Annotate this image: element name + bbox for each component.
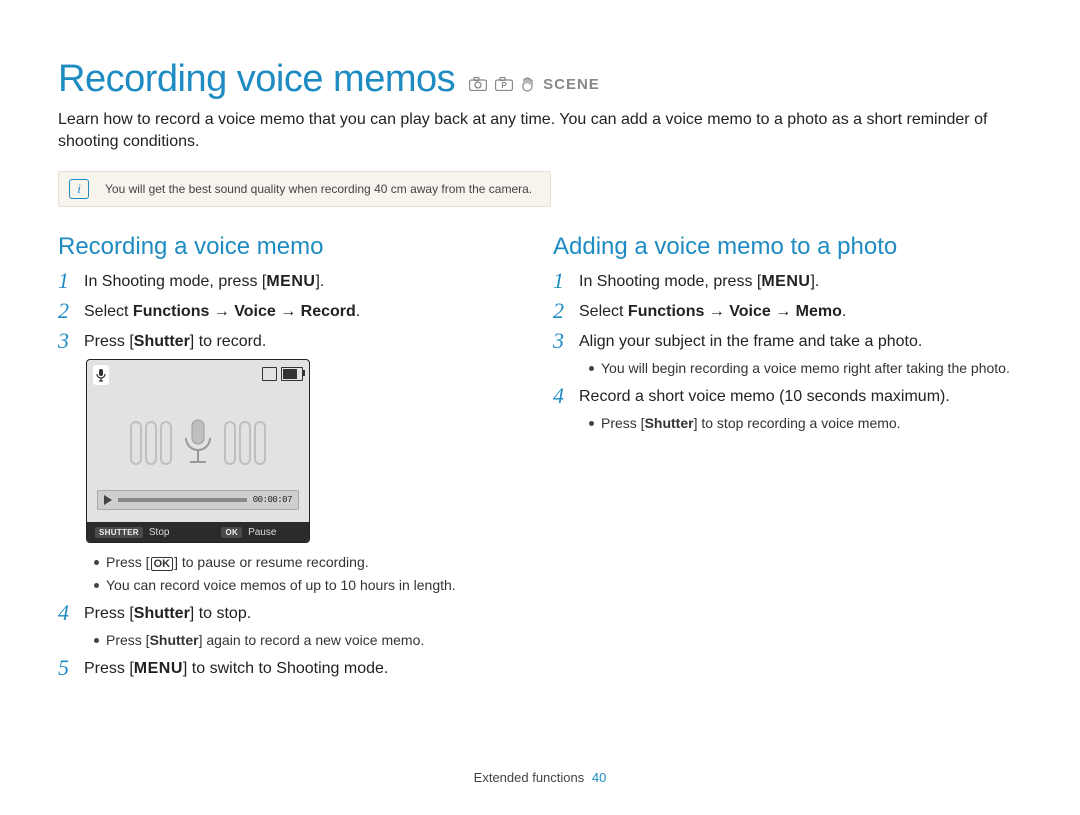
camera-p-icon: P	[495, 77, 513, 91]
step-number: 3	[553, 331, 569, 351]
step-text: Select Functions → Voice → Record.	[84, 301, 360, 323]
status-icons	[262, 367, 303, 381]
scene-mode-label: SCENE	[543, 76, 600, 93]
step-number: 1	[553, 271, 569, 291]
menu-key-label: MENU	[761, 273, 810, 290]
step-text: Press [Shutter] to record.	[84, 331, 266, 353]
step-text: Press [Shutter] to stop.	[84, 603, 251, 625]
step-4: 4 Record a short voice memo (10 seconds …	[553, 386, 1022, 408]
step-text: In Shooting mode, press [MENU].	[84, 271, 324, 293]
step-number: 4	[553, 386, 569, 406]
hand-icon	[521, 76, 535, 92]
recording-screen-illustration: 00:00:07 SHUTTER Stop OK Pause	[86, 359, 310, 543]
tip-box: i You will get the best sound quality wh…	[58, 171, 551, 207]
step-text: Select Functions → Voice → Memo.	[579, 301, 846, 323]
battery-icon	[281, 367, 303, 381]
intro-text: Learn how to record a voice memo that yo…	[58, 109, 1022, 153]
recording-graphic	[87, 418, 309, 468]
manual-page: Recording voice memos P SCENE Learn how …	[0, 0, 1080, 815]
progress-track	[118, 498, 247, 502]
step-5: 5 Press [MENU] to switch to Shooting mod…	[58, 658, 527, 680]
elapsed-time: 00:00:07	[253, 495, 292, 505]
step-number: 2	[58, 301, 74, 321]
tip-text: You will get the best sound quality when…	[105, 182, 532, 196]
page-title: Recording voice memos	[58, 58, 455, 101]
step-text: Press [MENU] to switch to Shooting mode.	[84, 658, 388, 680]
step-text: Align your subject in the frame and take…	[579, 331, 922, 353]
step-number: 3	[58, 331, 74, 351]
step-4: 4 Press [Shutter] to stop.	[58, 603, 527, 625]
softkey-bar: SHUTTER Stop OK Pause	[87, 522, 309, 542]
svg-text:P: P	[501, 81, 507, 90]
sound-wave-left-icon	[130, 421, 172, 465]
sub-bullet: You can record voice memos of up to 10 h…	[94, 576, 527, 595]
shutter-key-label: SHUTTER	[95, 527, 143, 538]
sub-bullet: You will begin recording a voice memo ri…	[589, 359, 1022, 378]
step-number: 2	[553, 301, 569, 321]
step-1: 1 In Shooting mode, press [MENU].	[553, 271, 1022, 293]
step-2: 2 Select Functions → Voice → Record.	[58, 301, 527, 323]
step-number: 4	[58, 603, 74, 623]
play-icon	[104, 495, 112, 505]
step-2: 2 Select Functions → Voice → Memo.	[553, 301, 1022, 323]
step-1: 1 In Shooting mode, press [MENU].	[58, 271, 527, 293]
playback-bar: 00:00:07	[97, 490, 299, 510]
microphone-icon	[180, 418, 216, 468]
card-icon	[262, 367, 277, 381]
step-text: Record a short voice memo (10 seconds ma…	[579, 386, 950, 408]
sub-bullet: Press [Shutter] to stop recording a voic…	[589, 414, 1022, 433]
pause-label: Pause	[248, 527, 276, 538]
page-number: 40	[592, 770, 606, 785]
menu-key-label: MENU	[134, 660, 183, 677]
sound-wave-right-icon	[224, 421, 266, 465]
sub-bullet: Press [Shutter] again to record a new vo…	[94, 631, 527, 650]
info-icon: i	[69, 179, 89, 199]
stop-label: Stop	[149, 527, 170, 538]
page-footer: Extended functions 40	[0, 770, 1080, 785]
ok-key-label: OK	[221, 527, 242, 538]
step-number: 5	[58, 658, 74, 678]
step-3: 3 Press [Shutter] to record.	[58, 331, 527, 353]
left-column: Recording a voice memo 1 In Shooting mod…	[58, 233, 527, 686]
step-text: In Shooting mode, press [MENU].	[579, 271, 819, 293]
camera-icon	[469, 77, 487, 91]
section-heading-add: Adding a voice memo to a photo	[553, 233, 1022, 261]
menu-key-label: MENU	[266, 273, 315, 290]
ok-key-inline: OK	[151, 557, 174, 571]
sub-bullet: Press [OK] to pause or resume recording.	[94, 553, 527, 572]
step-number: 1	[58, 271, 74, 291]
right-column: Adding a voice memo to a photo 1 In Shoo…	[553, 233, 1022, 686]
mic-indicator-icon	[93, 365, 109, 385]
mode-icons: P SCENE	[469, 76, 600, 93]
section-heading-record: Recording a voice memo	[58, 233, 527, 261]
title-row: Recording voice memos P SCENE	[58, 58, 1022, 101]
two-column-layout: Recording a voice memo 1 In Shooting mod…	[58, 233, 1022, 686]
step-3: 3 Align your subject in the frame and ta…	[553, 331, 1022, 353]
footer-section: Extended functions	[474, 770, 585, 785]
